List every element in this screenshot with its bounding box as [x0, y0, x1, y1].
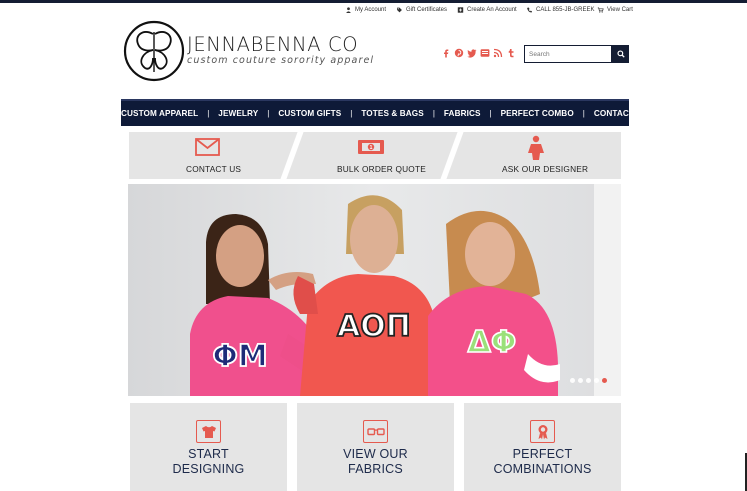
gift-certificates-label: Gift Certificates	[406, 7, 448, 13]
view-fabrics-tile[interactable]: VIEW OUR FABRICS	[297, 403, 454, 491]
utility-bar: My Account Gift Certificates Create An A…	[0, 7, 747, 17]
hero-photo: ΦΜ ΑΟΠ ΔΦ	[128, 184, 621, 396]
nav-item-custom-apparel[interactable]: CUSTOM APPAREL	[121, 109, 198, 118]
slider-dot[interactable]	[570, 378, 575, 383]
nav-divider: |	[489, 109, 492, 118]
top-accent-line	[0, 0, 747, 3]
butterfly-logo-icon	[123, 20, 185, 82]
my-account-label: My Account	[355, 7, 387, 13]
envelope-icon	[195, 138, 220, 156]
ask-our-designer-label: ASK OUR DESIGNER	[502, 164, 589, 174]
nav-divider: |	[267, 109, 270, 118]
social-links	[441, 48, 516, 58]
search-bar	[524, 45, 629, 63]
nav-item-jewelry[interactable]: JEWELRY	[218, 109, 258, 118]
view-cart-link[interactable]: View Cart	[597, 7, 633, 13]
user-icon	[345, 7, 352, 13]
perfect-combinations-label: PERFECT COMBINATIONS	[464, 447, 621, 477]
bulk-order-quote-link[interactable]: 1 BULK ORDER QUOTE	[295, 132, 449, 179]
start-designing-tile[interactable]: START DESIGNING	[130, 403, 287, 491]
hero-shirt-letters-3: ΔΦ	[468, 325, 517, 360]
nav-divider: |	[432, 109, 435, 118]
tile-label-line2: FABRICS	[348, 462, 403, 476]
quick-links-bar: CONTACT US 1 BULK ORDER QUOTE ASK OUR DE…	[129, 132, 621, 179]
ask-our-designer-link[interactable]: ASK OUR DESIGNER	[455, 132, 621, 179]
svg-text:1: 1	[370, 145, 373, 151]
slider-dot-active[interactable]	[602, 378, 607, 383]
hero-slider[interactable]: ΦΜ ΑΟΠ ΔΦ	[128, 184, 621, 396]
person-icon	[528, 135, 544, 160]
rss-icon[interactable]	[493, 48, 503, 58]
search-input[interactable]	[524, 45, 612, 63]
create-account-link[interactable]: Create An Account	[457, 7, 517, 13]
nav-item-totes-bags[interactable]: TOTES & BAGS	[361, 109, 423, 118]
view-cart-label: View Cart	[607, 7, 633, 13]
search-button[interactable]	[612, 45, 629, 63]
youtube-icon[interactable]	[480, 48, 490, 58]
tile-label-line2: DESIGNING	[172, 462, 245, 476]
glasses-icon	[363, 420, 388, 443]
slider-dot[interactable]	[586, 378, 591, 383]
nav-item-perfect-combo[interactable]: PERFECT COMBO	[501, 109, 574, 118]
tag-icon	[396, 7, 403, 13]
tile-label-line1: START	[188, 447, 229, 461]
pinterest-icon[interactable]	[454, 48, 464, 58]
my-account-link[interactable]: My Account	[345, 7, 386, 13]
start-designing-label: START DESIGNING	[130, 447, 287, 477]
slider-dot[interactable]	[594, 378, 599, 383]
search-icon	[616, 50, 625, 58]
call-label: CALL 855-JB-GREEK	[536, 7, 595, 13]
nav-divider: |	[207, 109, 210, 118]
bulk-order-quote-label: BULK ORDER QUOTE	[337, 164, 426, 174]
plus-square-icon	[457, 7, 464, 13]
slider-dots	[570, 378, 607, 383]
brand-tagline: custom couture sorority apparel	[187, 55, 375, 66]
view-fabrics-label: VIEW OUR FABRICS	[297, 447, 454, 477]
tile-label-line1: PERFECT	[512, 447, 573, 461]
nav-item-fabrics[interactable]: FABRICS	[444, 109, 481, 118]
tshirt-icon	[196, 420, 221, 443]
hero-shirt-letters-2: ΑΟΠ	[337, 309, 411, 344]
perfect-combinations-tile[interactable]: PERFECT COMBINATIONS	[464, 403, 621, 491]
phone-icon	[526, 7, 533, 13]
ribbon-icon	[530, 420, 555, 443]
brand-title: JENNABENNA CO	[187, 33, 359, 56]
create-account-label: Create An Account	[467, 7, 517, 13]
hero-shirt-letters-1: ΦΜ	[212, 339, 267, 374]
money-icon: 1	[358, 140, 384, 154]
cart-icon	[597, 7, 604, 13]
slider-dot[interactable]	[578, 378, 583, 383]
contact-us-label: CONTACT US	[186, 164, 242, 174]
nav-divider: |	[350, 109, 353, 118]
tile-label-line2: COMBINATIONS	[493, 462, 592, 476]
nav-item-contact-us[interactable]: CONTACT US	[594, 109, 648, 118]
contact-us-quick-link[interactable]: CONTACT US	[129, 132, 289, 179]
call-link[interactable]: CALL 855-JB-GREEK	[526, 7, 594, 13]
gift-certificates-link[interactable]: Gift Certificates	[396, 7, 447, 13]
facebook-icon[interactable]	[441, 48, 451, 58]
nav-divider: |	[582, 109, 585, 118]
main-nav: CUSTOM APPAREL | JEWELRY | CUSTOM GIFTS …	[121, 99, 648, 126]
twitter-icon[interactable]	[467, 48, 477, 58]
tile-label-line1: VIEW OUR	[343, 447, 408, 461]
tumblr-icon[interactable]	[506, 48, 516, 58]
nav-item-custom-gifts[interactable]: CUSTOM GIFTS	[278, 109, 341, 118]
